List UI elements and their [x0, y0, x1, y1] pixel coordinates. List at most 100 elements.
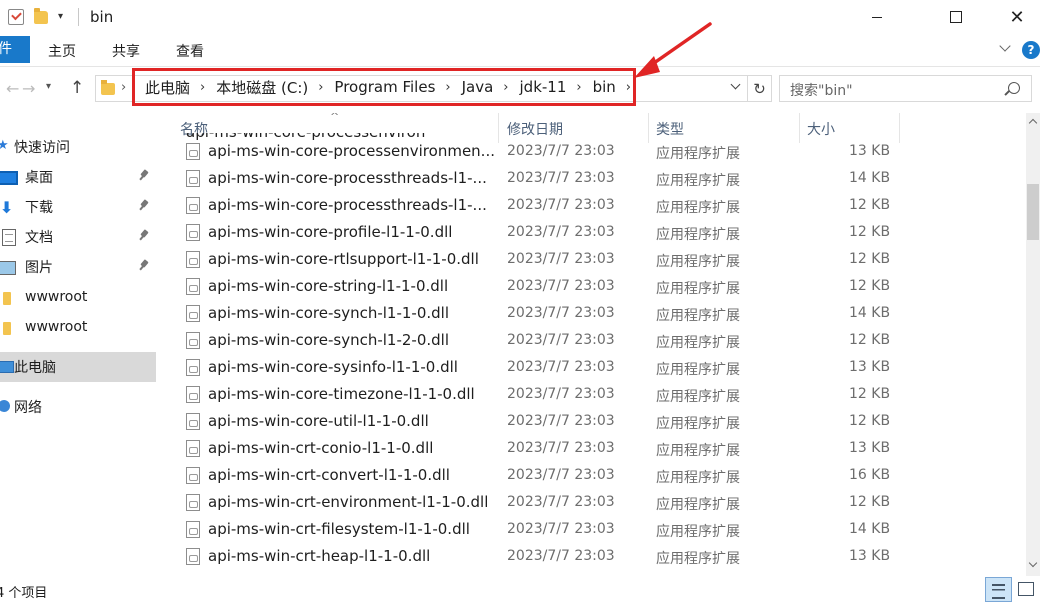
table-row[interactable]: api-ms-win-core-synch-l1-2-0.dll 2023/7/7… — [158, 326, 1026, 353]
file-list: ^ 名称 修改日期 类型 大小 api-ms-win-core-processe… — [158, 113, 1026, 576]
chevron-right-icon[interactable]: › — [445, 80, 450, 95]
chevron-right-icon[interactable]: › — [200, 80, 205, 95]
ribbon-tabs: 件 主页 共享 查看 ? — [0, 36, 1040, 67]
sidebar-item-network[interactable]: 网络 — [0, 392, 156, 422]
recent-locations-icon[interactable]: ▾ — [46, 81, 51, 92]
large-icons-view-icon[interactable] — [1016, 580, 1036, 598]
file-name: api-ms-win-core-sysinfo-l1-1-0.dll — [208, 358, 458, 376]
sidebar-item-label: 下载 — [25, 200, 53, 216]
file-type: 应用程序扩展 — [656, 254, 740, 270]
sidebar-item-wwwroot[interactable]: wwwroot — [0, 282, 156, 312]
file-type: 应用程序扩展 — [656, 146, 740, 162]
breadcrumb-program-files[interactable]: Program Files — [334, 78, 435, 96]
table-row[interactable]: api-ms-win-core-processenvironmen... 2023… — [158, 137, 1026, 164]
dll-file-icon — [186, 143, 200, 160]
file-type: 应用程序扩展 — [656, 389, 740, 405]
file-type: 应用程序扩展 — [656, 173, 740, 189]
table-row[interactable]: api-ms-win-core-rtlsupport-l1-1-0.dll 202… — [158, 245, 1026, 272]
chevron-right-icon[interactable]: › — [121, 80, 126, 95]
file-size: 14 KB — [849, 170, 891, 186]
file-date-modified: 2023/7/7 23:03 — [507, 143, 615, 159]
dll-file-icon — [186, 494, 200, 511]
dll-file-icon — [186, 386, 200, 403]
pin-icon[interactable] — [138, 260, 150, 272]
sidebar-item-wwwroot[interactable]: wwwroot — [0, 312, 156, 342]
table-row[interactable]: api-ms-win-crt-heap-l1-1-0.dll 2023/7/7 2… — [158, 542, 1026, 569]
forward-button[interactable]: → — [22, 79, 35, 98]
chevron-right-icon[interactable]: › — [576, 80, 581, 95]
table-row[interactable]: api-ms-win-core-sysinfo-l1-1-0.dll 2023/7… — [158, 353, 1026, 380]
file-type: 应用程序扩展 — [656, 227, 740, 243]
file-type: 应用程序扩展 — [656, 551, 740, 567]
dll-file-icon — [186, 440, 200, 457]
tab-file[interactable]: 件 — [0, 36, 30, 63]
details-view-icon[interactable] — [985, 577, 1012, 602]
table-row[interactable]: api-ms-win-crt-filesystem-l1-1-0.dll 2023… — [158, 515, 1026, 542]
table-row[interactable]: api-ms-win-core-profile-l1-1-0.dll 2023/7… — [158, 218, 1026, 245]
file-date-modified: 2023/7/7 23:03 — [507, 305, 615, 321]
table-row[interactable]: api-ms-win-crt-conio-l1-1-0.dll 2023/7/7 … — [158, 434, 1026, 461]
search-icon[interactable] — [1008, 82, 1020, 94]
close-button[interactable]: ✕ — [994, 0, 1040, 34]
tab-share[interactable]: 共享 — [112, 41, 140, 61]
breadcrumb-this-pc[interactable]: 此电脑 — [145, 77, 190, 98]
file-date-modified: 2023/7/7 23:03 — [507, 278, 615, 294]
sidebar-item-pictures[interactable]: 图片 — [0, 252, 156, 282]
pin-icon[interactable] — [138, 200, 150, 212]
vertical-scrollbar[interactable] — [1026, 113, 1040, 576]
help-icon[interactable]: ? — [1022, 41, 1040, 59]
new-folder-icon[interactable] — [34, 8, 48, 24]
back-button[interactable]: ← — [6, 79, 19, 98]
table-row[interactable]: api-ms-win-core-processthreads-l1-... 202… — [158, 191, 1026, 218]
scroll-down-icon[interactable] — [1029, 560, 1037, 568]
file-date-modified: 2023/7/7 23:03 — [507, 224, 615, 240]
sidebar-item-desktop[interactable]: 桌面 — [0, 162, 156, 192]
chevron-right-icon[interactable]: › — [318, 80, 323, 95]
dll-file-icon — [186, 467, 200, 484]
breadcrumb-java[interactable]: Java — [462, 78, 494, 96]
table-row[interactable]: api-ms-win-core-processthreads-l1-... 202… — [158, 164, 1026, 191]
sidebar-item-documents[interactable]: 文档 — [0, 222, 156, 252]
dll-file-icon — [186, 251, 200, 268]
file-size: 12 KB — [849, 251, 891, 267]
table-row[interactable]: api-ms-win-core-util-l1-1-0.dll 2023/7/7 … — [158, 407, 1026, 434]
tab-view[interactable]: 查看 — [176, 41, 204, 61]
sidebar-item-quick-access[interactable]: ★ 快速访问 — [0, 132, 156, 162]
table-row[interactable]: api-ms-win-crt-convert-l1-1-0.dll 2023/7/… — [158, 461, 1026, 488]
refresh-button[interactable]: ↻ — [748, 75, 772, 102]
properties-icon[interactable] — [8, 9, 24, 25]
file-date-modified: 2023/7/7 23:03 — [507, 521, 615, 537]
maximize-button[interactable] — [933, 0, 979, 34]
tab-home[interactable]: 主页 — [48, 41, 76, 61]
sidebar-item-downloads[interactable]: ⬇ 下载 — [0, 192, 156, 222]
scroll-thumb[interactable] — [1027, 184, 1039, 240]
table-row[interactable]: api-ms-win-core-synch-l1-1-0.dll 2023/7/7… — [158, 299, 1026, 326]
sidebar-item-this-pc[interactable]: 此电脑 — [0, 352, 156, 382]
chevron-down-icon[interactable] — [732, 81, 742, 91]
table-row[interactable]: api-ms-win-crt-environment-l1-1-0.dll 202… — [158, 488, 1026, 515]
dll-file-icon — [186, 521, 200, 538]
file-name: api-ms-win-core-processenvironmen... — [208, 142, 495, 160]
pin-icon[interactable] — [138, 230, 150, 242]
up-button[interactable]: ↑ — [70, 78, 84, 98]
breadcrumb-bin[interactable]: bin — [593, 78, 616, 96]
navigation-pane: ★ 快速访问 桌面 ⬇ 下载 文档 图片 wwwroot wwwroot 此电脑… — [0, 113, 158, 576]
breadcrumb-jdk[interactable]: jdk-11 — [520, 78, 567, 96]
minimize-button[interactable] — [854, 0, 900, 34]
quick-access-dropdown-icon[interactable]: ▾ — [58, 11, 63, 22]
search-input[interactable]: 搜索"bin" — [779, 75, 1032, 102]
chevron-right-icon[interactable]: › — [503, 80, 508, 95]
folder-icon — [101, 80, 115, 95]
pin-icon[interactable] — [138, 170, 150, 182]
table-row[interactable]: api-ms-win-core-timezone-l1-1-0.dll 2023/… — [158, 380, 1026, 407]
expand-ribbon-icon[interactable] — [998, 42, 1012, 56]
file-size: 13 KB — [849, 440, 891, 456]
breadcrumb-local-disk[interactable]: 本地磁盘 (C:) — [216, 77, 308, 98]
file-size: 12 KB — [849, 332, 891, 348]
file-date-modified: 2023/7/7 23:03 — [507, 386, 615, 402]
table-row[interactable]: api-ms-win-core-string-l1-1-0.dll 2023/7/… — [158, 272, 1026, 299]
file-name: api-ms-win-core-synch-l1-2-0.dll — [208, 331, 450, 349]
file-name: api-ms-win-core-util-l1-1-0.dll — [208, 412, 429, 430]
file-name: api-ms-win-crt-conio-l1-1-0.dll — [208, 439, 434, 457]
scroll-up-icon[interactable] — [1029, 117, 1037, 125]
